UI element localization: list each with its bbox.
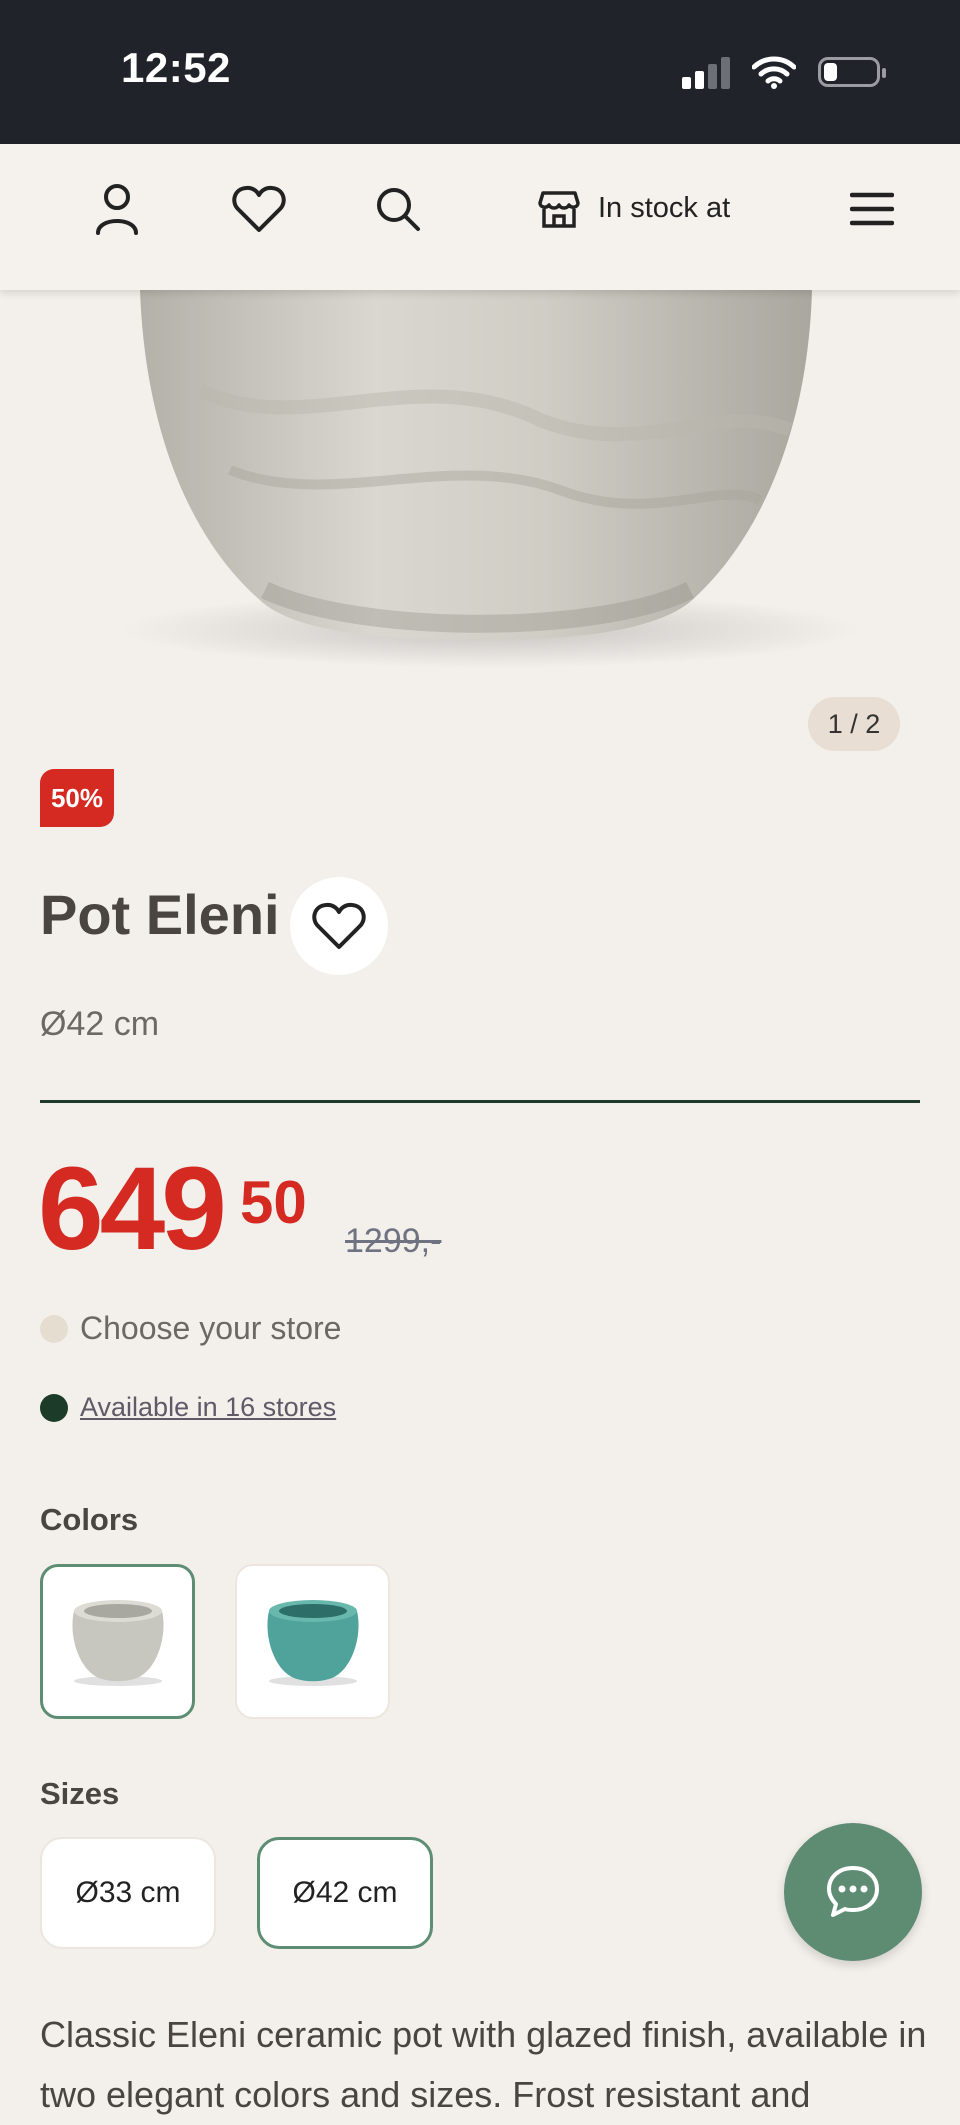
chat-button[interactable] (784, 1823, 922, 1961)
color-swatch-turquoise[interactable] (235, 1564, 390, 1719)
product-title: Pot Eleni (40, 883, 280, 946)
store-status-dot (40, 1314, 68, 1343)
divider (40, 1100, 920, 1103)
heart-icon (312, 902, 366, 949)
status-bar: 12:52 (0, 0, 960, 144)
in-stock-button[interactable]: In stock at (538, 182, 730, 234)
sizes-label: Sizes (40, 1776, 120, 1811)
top-navigation: In stock at (0, 144, 960, 290)
available-stores-link[interactable]: Available in 16 stores (80, 1392, 336, 1423)
pot-grey-thumbnail (71, 1599, 164, 1686)
color-swatch-grey[interactable] (40, 1564, 195, 1719)
wifi-icon (752, 56, 796, 89)
choose-store-button[interactable]: Choose your store (40, 1310, 341, 1347)
account-icon[interactable] (87, 179, 147, 239)
colors-label: Colors (40, 1502, 139, 1537)
heart-icon[interactable] (229, 179, 289, 239)
choose-store-label: Choose your store (80, 1310, 342, 1346)
menu-icon[interactable] (842, 179, 902, 239)
availability-dot (40, 1393, 68, 1422)
status-time: 12:52 (121, 44, 231, 91)
discount-badge: 50% (40, 769, 114, 827)
price-decimal: 50 (240, 1169, 307, 1236)
pot-turquoise-thumbnail (266, 1599, 359, 1686)
battery-icon (818, 57, 886, 87)
in-stock-label: In stock at (598, 191, 731, 224)
chat-icon (827, 1866, 879, 1917)
price-integer: 649 (38, 1143, 227, 1275)
add-to-wishlist-button[interactable] (290, 877, 388, 975)
size-option-42[interactable]: Ø42 cm (257, 1837, 433, 1949)
original-price: 1299,- (345, 1222, 442, 1260)
availability-row: Available in 16 stores (40, 1392, 336, 1423)
size-option-33[interactable]: Ø33 cm (40, 1837, 216, 1949)
store-icon (538, 191, 580, 228)
search-icon[interactable] (368, 179, 428, 239)
status-icons (682, 48, 886, 96)
product-image[interactable] (0, 290, 960, 670)
signal-icon (682, 55, 730, 89)
product-description: Classic Eleni ceramic pot with glazed fi… (40, 2014, 927, 2115)
product-size: Ø42 cm (40, 1005, 160, 1043)
gallery-counter: 1 / 2 (808, 697, 900, 751)
